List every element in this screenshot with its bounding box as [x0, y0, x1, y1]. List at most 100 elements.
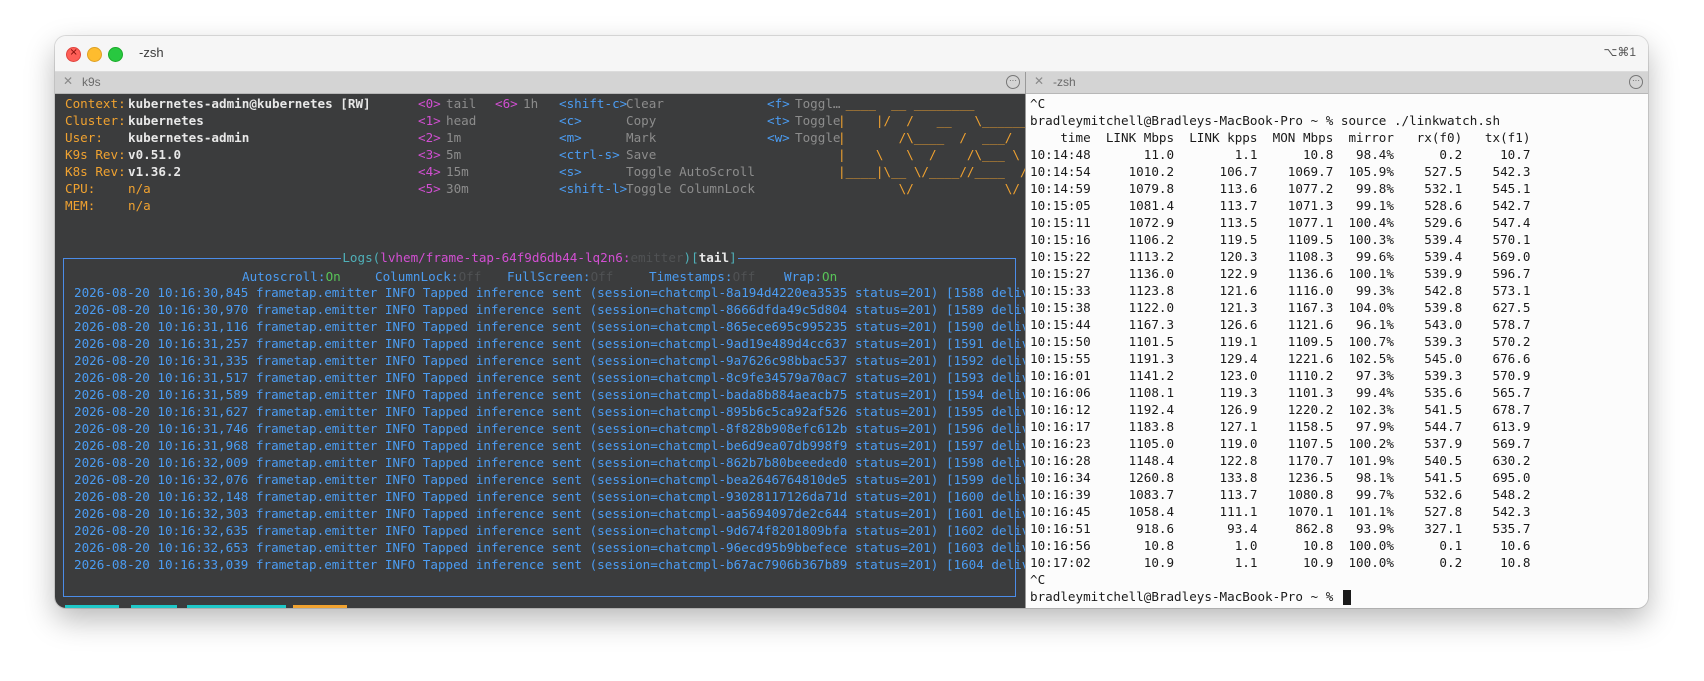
- pane-tab-title: -zsh: [1053, 75, 1076, 89]
- terminal-line: 10:16:17 1183.8 127.1 1158.5 97.9% 544.7…: [1030, 419, 1531, 434]
- info-value: kubernetes: [128, 113, 204, 128]
- info-value: v1.36.2: [128, 164, 182, 179]
- hotkey-label[interactable]: Mark: [626, 129, 656, 146]
- close-window-button[interactable]: ×: [66, 47, 81, 62]
- terminal-line: time LINK Mbps LINK kpps MON Mbps mirror…: [1030, 130, 1531, 145]
- info-label: K8s Rev:: [65, 164, 126, 179]
- terminal-line: bradleymitchell@Bradleys-MacBook-Pro ~ %…: [1030, 113, 1501, 128]
- hotkey-label[interactable]: 15m: [446, 163, 469, 180]
- hotkey-key[interactable]: <shift-l>: [559, 180, 627, 197]
- hotkey-key[interactable]: <0>: [418, 95, 441, 112]
- terminal-line: 10:15:05 1081.4 113.7 1071.3 99.1% 528.6…: [1030, 198, 1531, 213]
- hotkey-label[interactable]: tail: [446, 95, 476, 112]
- terminal-line: 10:15:27 1136.0 122.9 1136.6 100.1% 539.…: [1030, 266, 1531, 281]
- hotkey-key[interactable]: <t>: [767, 112, 790, 129]
- hotkey-label[interactable]: Toggl…: [795, 95, 841, 112]
- log-line: 2026-08-20 10:16:33,039 frametap.emitter…: [74, 557, 1068, 572]
- terminal-line: 10:15:44 1167.3 126.6 1121.6 96.1% 543.0…: [1030, 317, 1531, 332]
- hotkey-key[interactable]: <5>: [418, 180, 441, 197]
- info-label: User:: [65, 130, 103, 145]
- hotkey-key[interactable]: <3>: [418, 146, 441, 163]
- hotkey-label[interactable]: Toggle ColumnLock: [626, 180, 755, 197]
- hotkey-label[interactable]: 1h: [523, 95, 538, 112]
- log-line: 2026-08-20 10:16:30,845 frametap.emitter…: [74, 285, 1068, 300]
- terminal-line: 10:16:23 1105.0 119.0 1107.5 100.2% 537.…: [1030, 436, 1531, 451]
- pane-tab-title: k9s: [82, 75, 101, 89]
- terminal-line: 10:16:06 1108.1 119.3 1101.3 99.4% 535.6…: [1030, 385, 1531, 400]
- info-value: kubernetes-admin: [128, 130, 250, 145]
- hotkey-key[interactable]: <6>: [495, 95, 518, 112]
- hotkey-key[interactable]: <2>: [418, 129, 441, 146]
- hotkey-key[interactable]: <s>: [559, 163, 582, 180]
- status-value: Off: [458, 269, 482, 284]
- info-label: CPU:: [65, 181, 96, 196]
- hotkey-label[interactable]: 30m: [446, 180, 469, 197]
- terminal-line: 10:15:16 1106.2 119.5 1109.5 100.3% 539.…: [1030, 232, 1531, 247]
- info-value: kubernetes-admin@kubernetes [RW]: [128, 96, 371, 111]
- title-bar: × -zsh ⌥⌘1: [55, 36, 1648, 72]
- log-line: 2026-08-20 10:16:31,257 frametap.emitter…: [74, 336, 1068, 351]
- zoom-window-button[interactable]: [108, 47, 123, 62]
- pane-menu-icon[interactable]: ···: [1629, 75, 1643, 89]
- close-pane-icon[interactable]: ✕: [1034, 74, 1044, 88]
- breadcrumb-item[interactable]: <containers>: [187, 605, 286, 608]
- logs-mode: tail: [698, 250, 730, 265]
- terminal-line: 10:15:38 1122.0 121.3 1167.3 104.0% 539.…: [1030, 300, 1531, 315]
- info-label: Cluster:: [65, 113, 126, 128]
- hotkey-key[interactable]: <shift-c>: [559, 95, 627, 112]
- terminal-line: 10:16:34 1260.8 133.8 1236.5 98.1% 541.5…: [1030, 470, 1531, 485]
- pane-tab-zsh[interactable]: ✕ -zsh ···: [1026, 72, 1648, 94]
- prompt-line[interactable]: bradleymitchell@Bradleys-MacBook-Pro ~ %: [1030, 588, 1351, 605]
- log-line: 2026-08-20 10:16:31,627 frametap.emitter…: [74, 404, 1068, 419]
- terminal-line: 10:14:54 1010.2 106.7 1069.7 105.9% 527.…: [1030, 164, 1531, 179]
- info-value: n/a: [128, 181, 151, 196]
- status-key: FullScreen:: [507, 269, 591, 284]
- hotkey-key[interactable]: <w>: [767, 129, 790, 146]
- k9s-pane[interactable]: ✕ k9s ··· Context: kubernetes-admin@kuber…: [55, 72, 1067, 608]
- log-line: 2026-08-20 10:16:31,517 frametap.emitter…: [74, 370, 1068, 385]
- breadcrumb-item[interactable]: <pod>: [131, 605, 177, 608]
- hotkey-label[interactable]: Toggle: [795, 112, 841, 129]
- pane-tab-k9s[interactable]: ✕ k9s ···: [55, 72, 1025, 94]
- hotkey-key[interactable]: <c>: [559, 112, 582, 129]
- terminal-line: 10:15:22 1113.2 120.3 1108.3 99.6% 539.4…: [1030, 249, 1531, 264]
- info-label: Context:: [65, 96, 126, 111]
- hotkey-label[interactable]: 1m: [446, 129, 461, 146]
- hotkey-label[interactable]: Copy: [626, 112, 656, 129]
- terminal-window: × -zsh ⌥⌘1 ✕ k9s ··· Context: kubernetes-…: [55, 36, 1648, 608]
- window-title: -zsh: [139, 45, 164, 60]
- text-cursor: [1342, 590, 1351, 605]
- hotkey-key[interactable]: <4>: [418, 163, 441, 180]
- logs-panel[interactable]: Logs(lvhem/frame-tap-64f9d6db44-lq2n6:em…: [63, 250, 1067, 597]
- hotkey-label[interactable]: head: [446, 112, 476, 129]
- info-value: n/a: [128, 198, 151, 213]
- status-key: Autoscroll:: [242, 269, 326, 284]
- hotkey-key[interactable]: <1>: [418, 112, 441, 129]
- hotkey-label[interactable]: Toggle AutoScroll: [626, 163, 755, 180]
- pane-menu-icon[interactable]: ···: [1006, 75, 1020, 89]
- minimize-window-button[interactable]: [87, 47, 102, 62]
- logo-line: | |/ / __ \______: [838, 113, 1028, 128]
- status-value: On: [822, 269, 838, 284]
- breadcrumb-item[interactable]: <logs>: [293, 605, 347, 608]
- breadcrumb-item[interactable]: <node>: [65, 605, 119, 608]
- close-pane-icon[interactable]: ✕: [63, 74, 73, 88]
- log-line: 2026-08-20 10:16:31,746 frametap.emitter…: [74, 421, 1068, 436]
- terminal-line: 10:16:51 918.6 93.4 862.8 93.9% 327.1 53…: [1030, 521, 1531, 536]
- hotkey-label[interactable]: Save: [626, 146, 656, 163]
- terminal-line: 10:14:48 11.0 1.1 10.8 98.4% 0.2 10.7: [1030, 147, 1531, 162]
- terminal-line: 10:16:45 1058.4 111.1 1070.1 101.1% 527.…: [1030, 504, 1531, 519]
- logo-line: | \ \ / /\___ \: [838, 147, 1020, 162]
- hotkey-key[interactable]: <m>: [559, 129, 582, 146]
- hotkey-label[interactable]: Clear: [626, 95, 664, 112]
- hotkey-key[interactable]: <f>: [767, 95, 790, 112]
- zsh-pane[interactable]: ✕ -zsh ··· ^C bradleymitchell@Bradleys-Ma…: [1026, 72, 1648, 608]
- terminal-line: 10:16:01 1141.2 123.0 1110.2 97.3% 539.3…: [1030, 368, 1531, 383]
- log-line: 2026-08-20 10:16:31,968 frametap.emitter…: [74, 438, 1068, 453]
- terminal-line: 10:17:02 10.9 1.1 10.9 100.0% 0.2 10.8: [1030, 555, 1531, 570]
- logo-line: \/ \/: [838, 181, 1020, 196]
- hotkey-key[interactable]: <ctrl-s>: [559, 146, 620, 163]
- hotkey-label[interactable]: 5m: [446, 146, 461, 163]
- log-line: 2026-08-20 10:16:32,148 frametap.emitter…: [74, 489, 1068, 504]
- hotkey-label[interactable]: Toggle: [795, 129, 841, 146]
